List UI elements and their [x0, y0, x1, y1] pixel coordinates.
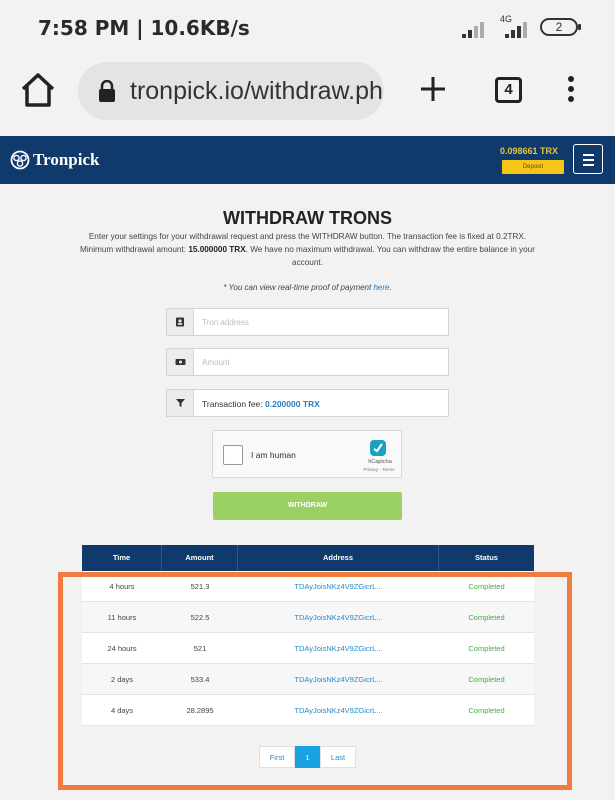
fee-text: Transaction fee: 0.200000 TRX — [202, 399, 320, 409]
cell-address-link[interactable]: TDAyJoisNKz4V9ZGicrL... — [238, 571, 439, 602]
overflow-menu-icon[interactable] — [566, 74, 576, 104]
cell-address-link[interactable]: TDAyJoisNKz4V9ZGicrL... — [238, 633, 439, 664]
pagination: First 1 Last — [259, 746, 356, 768]
cell-amount: 521.3 — [190, 582, 210, 591]
cell-amount: 28.2895 — [186, 706, 214, 715]
transaction-fee-field: Transaction fee: 0.200000 TRX — [166, 389, 449, 417]
cell-amount: 533.4 — [190, 675, 210, 684]
url-text: tronpick.io/withdraw.php — [130, 77, 384, 105]
fee-label: Transaction fee: — [202, 399, 265, 409]
cell-time: 2 days — [110, 675, 134, 684]
captcha-label: I am human — [251, 450, 296, 460]
pagination-first[interactable]: First — [259, 746, 295, 768]
column-header-address: Address — [238, 545, 439, 571]
site-logo[interactable]: Tronpick — [10, 147, 99, 173]
account-balance: 0.098661 TRX — [500, 146, 559, 156]
table-body: 4 hours 521.3 TDAyJoisNKz4V9ZGicrL... Co… — [82, 571, 534, 726]
tronpick-logo-icon — [10, 150, 30, 170]
table-row: 24 hours 521 TDAyJoisNKz4V9ZGicrL... Com… — [82, 633, 534, 664]
hcaptcha-logo-icon — [370, 440, 386, 456]
captcha-terms-link[interactable]: Privacy - Terms — [358, 467, 400, 472]
phone-status-bar: 7:58 PM | 10.6KB/s 4G 2 — [0, 0, 615, 56]
site-header: Tronpick 0.098661 TRX Deposit — [0, 136, 615, 184]
cell-status: Completed — [468, 644, 505, 653]
hamburger-menu-icon[interactable] — [573, 144, 603, 174]
fee-icon — [167, 390, 194, 416]
signal-strength-icon — [462, 20, 488, 38]
table-row: 4 days 28.2895 TDAyJoisNKz4V9ZGicrL... C… — [82, 695, 534, 726]
status-time: 7:58 PM | 10.6KB/s — [38, 16, 250, 40]
intro-min-suffix: . We have no maximum withdrawal. You can… — [245, 245, 535, 267]
table-row: 2 days 533.4 TDAyJoisNKz4V9ZGicrL... Com… — [82, 664, 534, 695]
withdraw-instructions: Enter your settings for your withdrawal … — [80, 230, 535, 269]
intro-line: Enter your settings for your withdrawal … — [88, 232, 527, 241]
intro-min-prefix: Minimum withdrawal amount: — [80, 245, 189, 254]
cell-address-link[interactable]: TDAyJoisNKz4V9ZGicrL... — [238, 664, 439, 695]
cell-status: Completed — [468, 613, 505, 622]
pagination-current-page[interactable]: 1 — [295, 746, 320, 768]
cell-amount: 522.5 — [190, 613, 210, 622]
captcha-checkbox[interactable] — [223, 445, 243, 465]
tab-switcher-button[interactable]: 4 — [495, 77, 522, 103]
browser-toolbar: tronpick.io/withdraw.php 4 — [0, 56, 615, 134]
battery-indicator: 2 — [540, 18, 581, 36]
new-tab-icon[interactable] — [418, 74, 448, 104]
column-header-amount: Amount — [162, 545, 238, 571]
table-row: 4 hours 521.3 TDAyJoisNKz4V9ZGicrL... Co… — [82, 571, 534, 602]
tron-address-field — [166, 308, 449, 336]
cell-amount: 521 — [193, 644, 207, 653]
withdraw-button[interactable]: WITHDRAW — [213, 492, 402, 520]
captcha-brand: hCaptcha — [368, 459, 392, 465]
home-icon[interactable] — [18, 70, 58, 110]
cell-status: Completed — [468, 675, 505, 684]
min-withdrawal-value: 15.000000 TRX — [188, 245, 246, 254]
cell-time: 11 hours — [107, 613, 137, 622]
proof-of-payment-note: * You can view real-time proof of paymen… — [0, 283, 615, 292]
cell-status: Completed — [468, 582, 505, 591]
column-header-time: Time — [82, 545, 162, 571]
cell-time: 4 hours — [109, 582, 135, 591]
amount-field — [166, 348, 449, 376]
proof-text: * You can view real-time proof of paymen… — [223, 283, 374, 292]
signal-strength-icon-2 — [505, 20, 531, 38]
proof-link[interactable]: here — [373, 283, 389, 292]
deposit-button[interactable]: Deposit — [502, 160, 564, 174]
table-header: Time Amount Address Status — [82, 545, 534, 571]
address-bar[interactable]: tronpick.io/withdraw.php — [78, 62, 384, 120]
logo-text: Tronpick — [33, 150, 100, 169]
proof-end: . — [389, 283, 392, 292]
fee-value: 0.200000 TRX — [265, 399, 320, 409]
main-content: WITHDRAW TRONS Enter your settings for y… — [0, 184, 615, 800]
hcaptcha-widget: I am human hCaptcha Privacy - Terms — [212, 430, 402, 478]
pagination-last[interactable]: Last — [320, 746, 356, 768]
tron-address-input[interactable] — [202, 315, 442, 329]
cell-address-link[interactable]: TDAyJoisNKz4V9ZGicrL... — [238, 602, 439, 633]
amount-input[interactable] — [202, 355, 442, 369]
cell-address-link[interactable]: TDAyJoisNKz4V9ZGicrL... — [238, 695, 439, 726]
cell-status: Completed — [468, 706, 505, 715]
lock-icon — [99, 80, 115, 102]
cell-time: 24 hours — [107, 644, 137, 653]
cell-time: 4 days — [110, 706, 134, 715]
column-header-status: Status — [475, 553, 498, 562]
withdrawals-table: Time Amount Address Status 4 hours 521.3… — [82, 545, 534, 726]
table-row: 11 hours 522.5 TDAyJoisNKz4V9ZGicrL... C… — [82, 602, 534, 633]
page-title: WITHDRAW TRONS — [223, 208, 392, 228]
address-card-icon — [167, 309, 194, 335]
money-icon — [167, 349, 194, 375]
